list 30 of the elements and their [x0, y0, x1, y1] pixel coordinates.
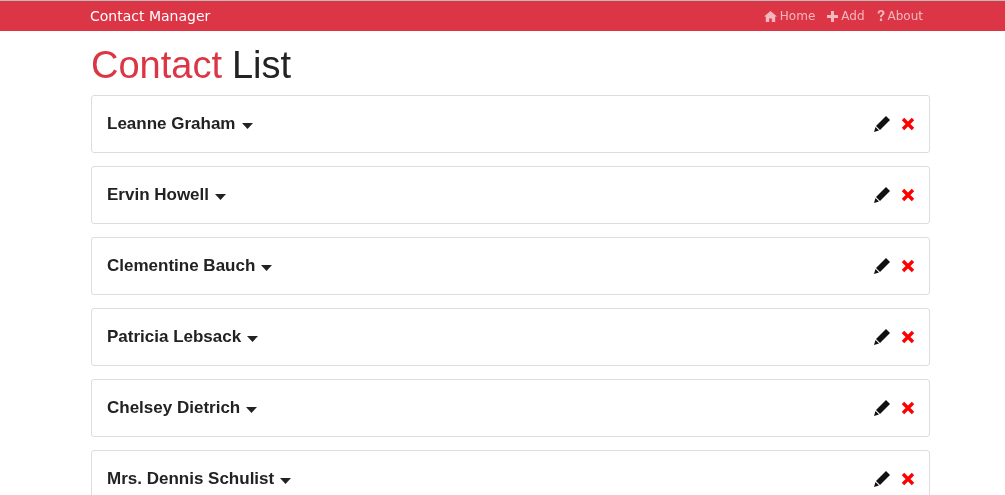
- caret-icon[interactable]: [280, 477, 292, 484]
- close-icon[interactable]: [901, 187, 915, 202]
- pencil-icon[interactable]: [873, 185, 891, 204]
- close-icon[interactable]: [901, 400, 915, 415]
- caret-icon[interactable]: [261, 264, 273, 271]
- question-icon: [876, 10, 885, 22]
- close-icon[interactable]: [901, 116, 915, 131]
- caret-icon[interactable]: [215, 193, 227, 200]
- contact-name[interactable]: Clementine Bauch: [107, 255, 256, 276]
- home-icon: [763, 10, 777, 22]
- close-icon[interactable]: [901, 329, 915, 344]
- pencil-icon[interactable]: [873, 398, 891, 417]
- contact-name[interactable]: Ervin Howell: [107, 184, 210, 205]
- caret-icon[interactable]: [246, 406, 258, 413]
- close-icon[interactable]: [901, 471, 915, 486]
- page-title: List: [231, 45, 292, 87]
- plus-icon: [827, 10, 839, 22]
- contact-name[interactable]: Chelsey Dietrich: [107, 397, 241, 418]
- pencil-icon[interactable]: [873, 469, 891, 488]
- caret-icon[interactable]: [247, 335, 259, 342]
- contact-name[interactable]: Leanne Graham: [107, 113, 236, 134]
- page-title-accent: Contact: [91, 45, 222, 87]
- pencil-icon[interactable]: [873, 114, 891, 133]
- brand-link[interactable]: Contact Manager: [90, 8, 211, 24]
- pencil-icon[interactable]: [873, 256, 891, 275]
- pencil-icon[interactable]: [873, 327, 891, 346]
- caret-icon[interactable]: [241, 122, 253, 129]
- close-icon[interactable]: [901, 258, 915, 273]
- contact-name[interactable]: Mrs. Dennis Schulist: [107, 468, 275, 489]
- contact-name[interactable]: Patricia Lebsack: [107, 326, 242, 347]
